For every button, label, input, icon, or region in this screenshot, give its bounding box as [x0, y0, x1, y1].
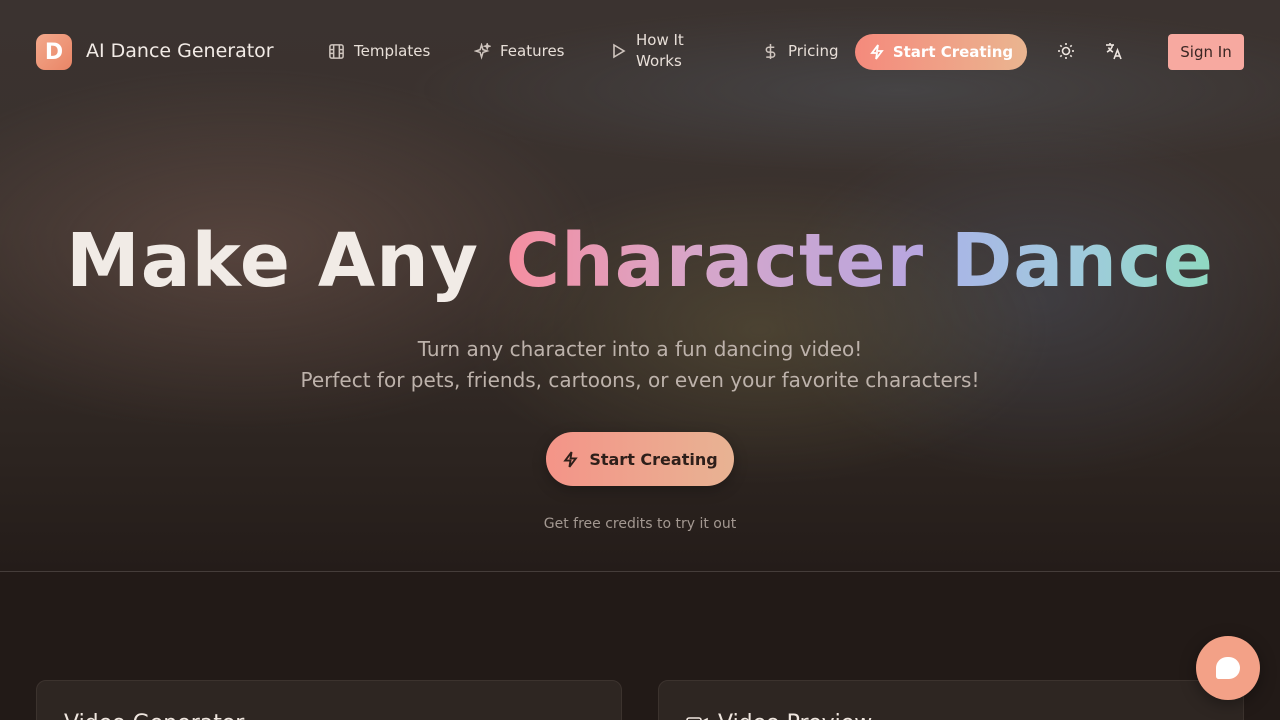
start-creating-label-header: Start Creating — [892, 43, 1014, 61]
nav-pricing[interactable]: Pricing — [762, 42, 839, 60]
chat-icon — [1216, 657, 1240, 679]
language-button[interactable] — [1103, 40, 1125, 62]
lightning-icon — [870, 44, 884, 60]
chat-button[interactable] — [1196, 636, 1260, 700]
translate-icon — [1106, 43, 1122, 60]
video-camera-icon — [686, 716, 708, 720]
hero-subtitle-line-2: Perfect for pets, friends, cartoons, or … — [300, 368, 980, 392]
nav-how-it-works[interactable]: How It Works — [612, 30, 684, 72]
start-creating-button-hero[interactable]: Start Creating — [546, 432, 734, 486]
sign-in-button[interactable]: Sign In — [1168, 34, 1244, 70]
video-generator-card: Video Generator — [36, 680, 622, 720]
film-icon — [329, 43, 344, 59]
sun-icon — [1058, 43, 1074, 59]
dollar-icon — [765, 43, 776, 59]
hero-subtitle-line-1: Turn any character into a fun dancing vi… — [417, 337, 863, 361]
video-preview-title-text: Video Preview — [718, 711, 872, 720]
nav-how-it-works-line2: Works — [636, 52, 682, 70]
sparkles-icon — [474, 42, 491, 60]
hero-headline: Make Any Character Dance — [0, 218, 1280, 304]
headline-part-1: Make Any — [66, 218, 480, 304]
nav-features[interactable]: Features — [474, 42, 565, 60]
video-generator-title: Video Generator — [64, 711, 244, 720]
header: D AI Dance Generator Templates Features … — [0, 0, 1280, 104]
nav-templates[interactable]: Templates — [328, 42, 430, 60]
headline-part-3: Dance — [950, 218, 1214, 304]
lightning-icon — [563, 450, 579, 468]
start-creating-label-hero: Start Creating — [589, 449, 718, 469]
start-creating-button-header[interactable]: Start Creating — [855, 34, 1027, 70]
video-preview-title: Video Preview — [686, 711, 872, 720]
nav-templates-label: Templates — [354, 42, 431, 60]
nav-features-label: Features — [500, 42, 565, 60]
video-generator-title-text: Video Generator — [64, 711, 244, 720]
brand-name[interactable]: AI Dance Generator — [86, 40, 274, 62]
logo-letter: D — [44, 39, 64, 65]
theme-toggle-button[interactable] — [1055, 40, 1077, 62]
headline-part-2: Character — [505, 218, 925, 304]
nav-how-it-works-line1: How It — [636, 31, 684, 49]
nav-pricing-label: Pricing — [788, 42, 839, 60]
logo-icon[interactable]: D — [36, 34, 72, 70]
free-credits-note: Get free credits to try it out — [543, 516, 737, 532]
video-preview-card: Video Preview — [658, 680, 1244, 720]
play-icon — [613, 43, 626, 59]
